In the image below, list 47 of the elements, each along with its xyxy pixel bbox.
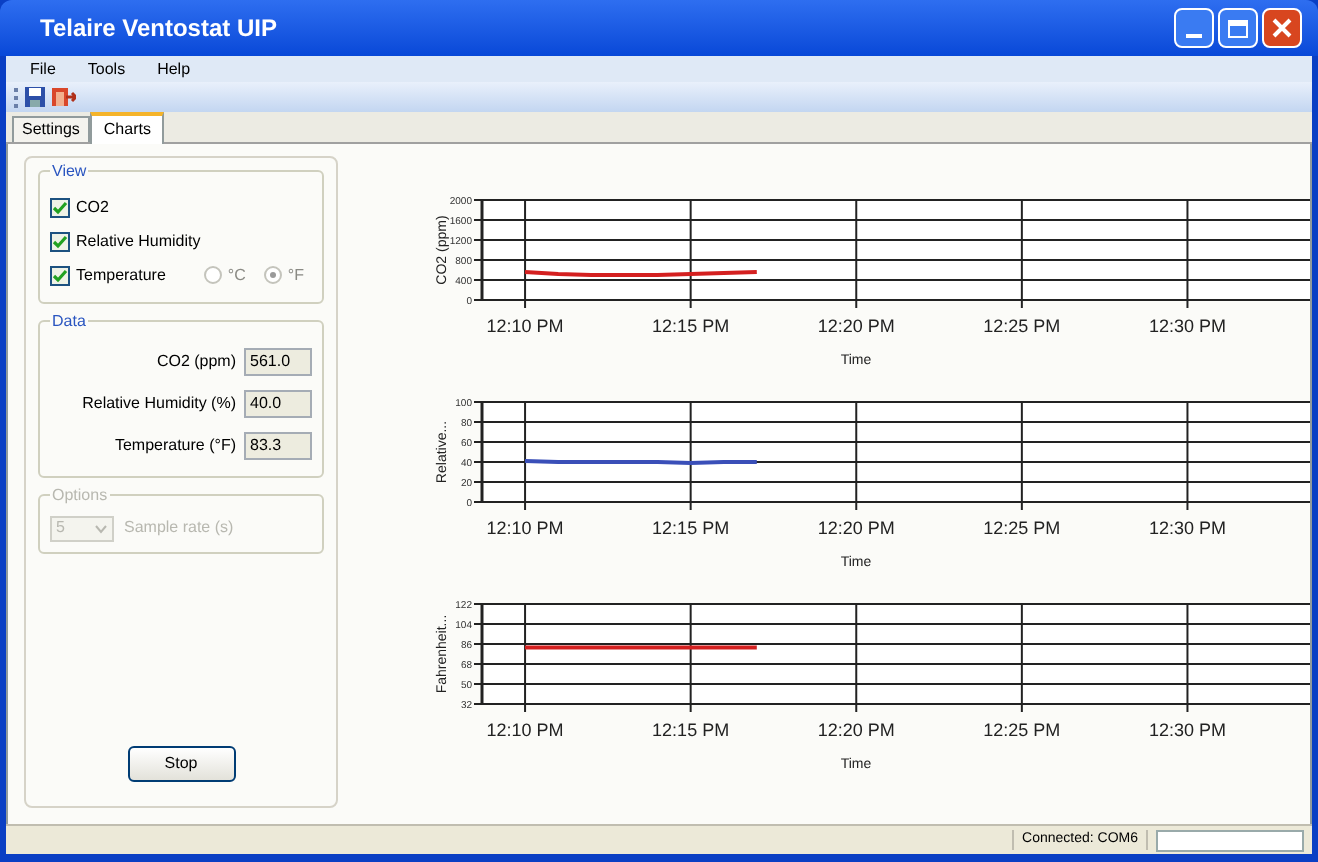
tick-label: 12:15 PM [652,518,730,538]
caret-icon [94,523,108,533]
value-field: 83.3 [244,431,312,459]
minimize-button[interactable] [1174,8,1214,48]
save-icon[interactable] [24,86,46,108]
tick-label: 12:15 PM [652,316,730,336]
stop-button[interactable]: Stop [127,746,235,782]
tick-label: 12:10 PM [486,720,564,740]
checkbox-label: Temperature [76,263,166,287]
checkbox[interactable] [50,231,70,251]
checkbox[interactable] [50,197,70,217]
field-label: CO2 (ppm) [156,349,236,373]
tick-label: 12:25 PM [983,720,1061,740]
option-label: Sample rate (s) [124,516,234,540]
tick-label: 12:20 PM [817,720,895,740]
menu-item[interactable]: Help [157,57,191,81]
tick-label: 12:25 PM [983,316,1061,336]
checkbox-label: CO2 [76,195,109,219]
maximize-button[interactable] [1218,8,1258,48]
group-title: Options [50,484,110,508]
value-field: 40.0 [244,389,312,417]
tick-label: 12:15 PM [652,720,730,740]
checkbox-label: Relative Humidity [76,229,201,253]
menu-item[interactable]: Tools [87,57,126,81]
radio-label: °F [287,263,304,287]
exit-icon[interactable] [52,86,76,108]
close-icon [1272,18,1292,38]
tick-label: 12:30 PM [1148,518,1226,538]
tick-label: 12:10 PM [486,518,564,538]
tab[interactable]: Settings [12,116,90,142]
tick-label: 12:30 PM [1148,720,1226,740]
radio-label: °C [227,263,246,287]
close-button[interactable] [1262,8,1302,48]
menu-item[interactable]: File [30,57,56,81]
field-label: Relative Humidity (%) [82,391,236,415]
tick-label: 12:20 PM [817,518,895,538]
radio-button[interactable] [203,266,222,284]
radio-button[interactable] [263,266,282,284]
tick-label: 12:10 PM [486,316,564,336]
tick-label: 12:25 PM [983,518,1061,538]
field-label: Temperature (°F) [114,433,236,457]
tick-label: 12:20 PM [817,316,895,336]
value-field: 561.0 [244,347,312,375]
tick-label: 12:30 PM [1148,316,1226,336]
window-title: Telaire Ventostat UIP [40,12,277,46]
checkbox[interactable] [50,265,70,285]
tab[interactable]: Charts [89,112,165,144]
